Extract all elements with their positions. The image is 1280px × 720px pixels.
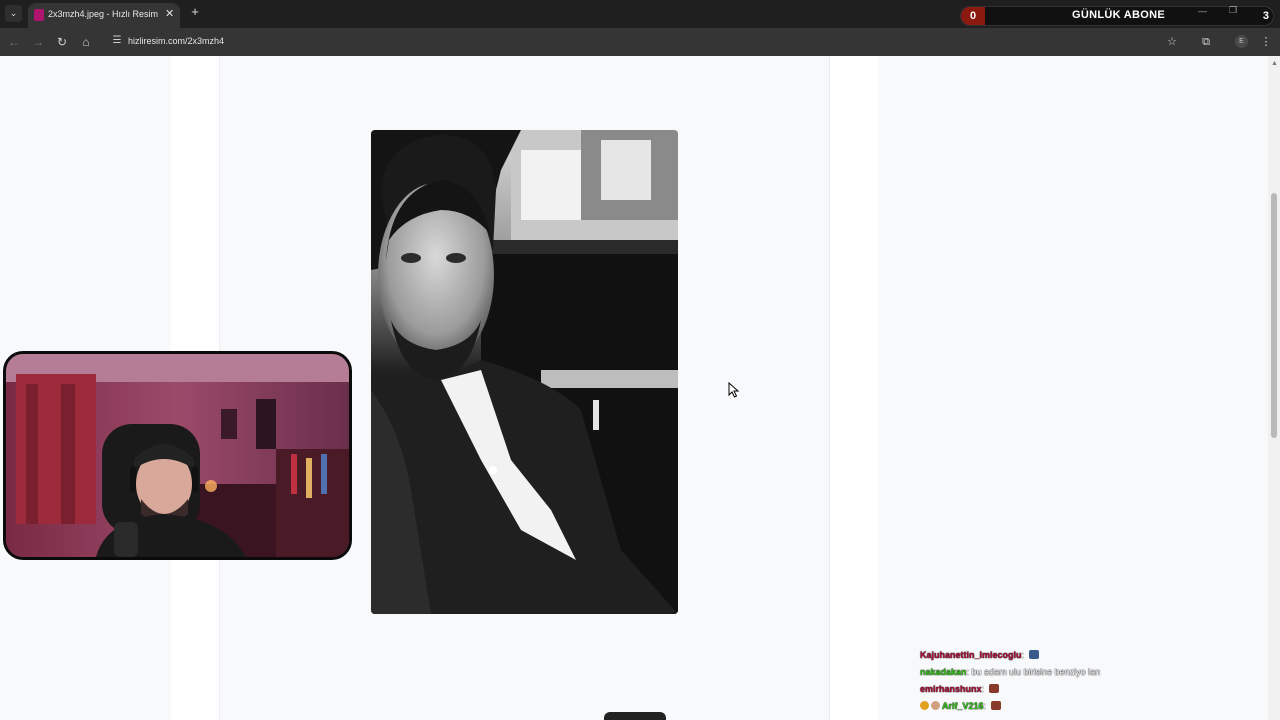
- subscriber-label: GÜNLÜK ABONE: [1071, 9, 1166, 21]
- face-emote-icon: [988, 684, 999, 693]
- uploaded-photo[interactable]: [371, 130, 678, 614]
- face-emote-icon: [990, 701, 1001, 710]
- chat-message: Kajuhanettin_Imlecoglu:: [920, 650, 1250, 667]
- tune-icon[interactable]: ☰: [110, 34, 124, 48]
- close-icon[interactable]: ✕: [165, 7, 174, 21]
- profile-avatar[interactable]: E: [1235, 35, 1248, 48]
- page-scrollbar[interactable]: ▲: [1268, 56, 1280, 720]
- bottom-overlay-tab: [604, 712, 666, 720]
- chat-message: Arif_V216:: [920, 701, 1250, 718]
- window-minimize-icon[interactable]: —: [1198, 6, 1207, 16]
- chat-message: emirhanshunx:: [920, 684, 1250, 701]
- arrow-right-icon[interactable]: →: [30, 34, 46, 50]
- stream-chat: Kajuhanettin_Imlecoglu: nakadakan: bu ad…: [920, 650, 1250, 718]
- chat-message: nakadakan: bu adam ulu birisine benziyo …: [920, 667, 1101, 677]
- subscriber-goal-count: 3: [1262, 10, 1269, 22]
- bus-emote-icon: [1028, 650, 1039, 659]
- puzzle-icon[interactable]: ⧉: [1198, 34, 1214, 50]
- chat-username: nakadakan: [920, 667, 967, 677]
- person-badge-icon: [931, 701, 940, 710]
- mouse-cursor-icon: [728, 382, 740, 398]
- content-gutter: [830, 56, 878, 720]
- streamer-webcam: [3, 351, 352, 560]
- home-icon[interactable]: ⌂: [78, 34, 94, 50]
- kebab-menu-icon[interactable]: ⋮: [1258, 34, 1274, 50]
- address-bar[interactable]: hizliresim.com/2x3mzh4: [128, 36, 224, 46]
- new-tab-button[interactable]: +: [188, 5, 202, 19]
- tab-title: 2x3mzh4.jpeg - Hızlı Resim: [48, 9, 159, 19]
- chat-username: Arif_V216: [942, 701, 984, 711]
- chat-username: emirhanshunx: [920, 684, 982, 694]
- star-icon[interactable]: ☆: [1164, 34, 1180, 50]
- screen: ⌄ 2x3mzh4.jpeg - Hızlı Resim ✕ + 0 GÜNLÜ…: [0, 0, 1280, 720]
- window-restore-icon[interactable]: ❐: [1229, 5, 1237, 16]
- chat-text: bu adam ulu birisine benziyo lan: [971, 667, 1101, 677]
- daily-subscriber-widget: 0 GÜNLÜK ABONE 3: [960, 6, 1274, 26]
- reload-icon[interactable]: ↻: [54, 34, 70, 50]
- chat-username: Kajuhanettin_Imlecoglu: [920, 650, 1022, 660]
- arrow-left-icon[interactable]: ←: [6, 34, 22, 50]
- scroll-up-icon[interactable]: ▲: [1271, 60, 1278, 67]
- scrollbar-thumb[interactable]: [1271, 193, 1277, 438]
- browser-toolbar: ← → ↻ ⌂ ☰ hizliresim.com/2x3mzh4 ☆ ⧉ E ⋮: [0, 28, 1280, 56]
- chevron-down-icon[interactable]: ⌄: [5, 5, 22, 22]
- coin-badge-icon: [920, 701, 929, 710]
- site-favicon-icon: [34, 9, 44, 21]
- browser-tab-active[interactable]: 2x3mzh4.jpeg - Hızlı Resim ✕: [28, 3, 180, 28]
- subscriber-start-count: 0: [961, 7, 985, 25]
- browser-tab-strip: ⌄ 2x3mzh4.jpeg - Hızlı Resim ✕ + 0 GÜNLÜ…: [0, 0, 1280, 28]
